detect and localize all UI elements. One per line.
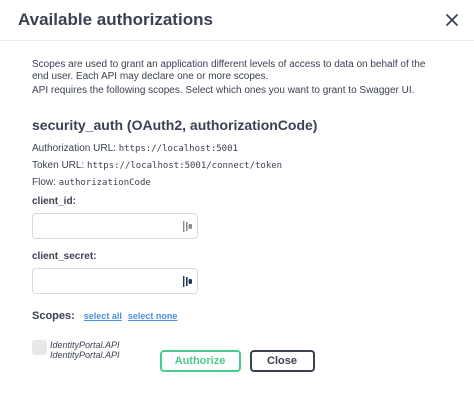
scope-name: IdentityPortal.API xyxy=(50,340,120,350)
client-secret-field-wrapper xyxy=(32,268,198,294)
scopes-header: Scopes: select all select none xyxy=(32,310,442,322)
flow-row: Flow: authorizationCode xyxy=(32,177,442,189)
scopes-description: Scopes are used to grant an application … xyxy=(32,59,426,82)
client-id-label: client_id: xyxy=(32,196,76,207)
client-id-input[interactable] xyxy=(33,214,185,238)
modal-body: Scopes are used to grant an application … xyxy=(0,41,474,360)
auth-scheme-title: security_auth (OAuth2, authorizationCode… xyxy=(32,117,318,133)
authorization-url: https://localhost:5001 xyxy=(118,144,238,154)
client-id-field-wrapper xyxy=(32,213,198,239)
close-icon[interactable] xyxy=(442,10,462,30)
flow-label: Flow: xyxy=(32,177,56,188)
flow-value: authorizationCode xyxy=(58,178,151,188)
select-none-link[interactable]: select none xyxy=(128,311,178,321)
select-all-link[interactable]: select all xyxy=(84,311,122,321)
authorize-button[interactable]: Authorize xyxy=(159,350,241,372)
client-secret-label: client_secret: xyxy=(32,251,97,262)
close-button[interactable]: Close xyxy=(249,350,315,372)
client-secret-input[interactable] xyxy=(33,269,185,293)
token-url-label: Token URL: xyxy=(32,160,85,171)
password-manager-icon[interactable] xyxy=(183,221,193,232)
password-manager-icon[interactable] xyxy=(183,276,193,287)
authorization-url-row: Authorization URL: https://localhost:500… xyxy=(32,143,442,155)
authorization-url-label: Authorization URL: xyxy=(32,143,116,154)
token-url-row: Token URL: https://localhost:5001/connec… xyxy=(32,160,442,172)
scopes-label: Scopes: xyxy=(32,310,75,322)
authorizations-modal: Available authorizations Scopes are used… xyxy=(0,0,474,404)
modal-buttons: Authorize Close xyxy=(0,350,474,372)
token-url: https://localhost:5001/connect/token xyxy=(87,161,283,171)
scopes-requirement: API requires the following scopes. Selec… xyxy=(32,85,415,96)
modal-title: Available authorizations xyxy=(18,10,213,29)
modal-header: Available authorizations xyxy=(0,0,474,41)
